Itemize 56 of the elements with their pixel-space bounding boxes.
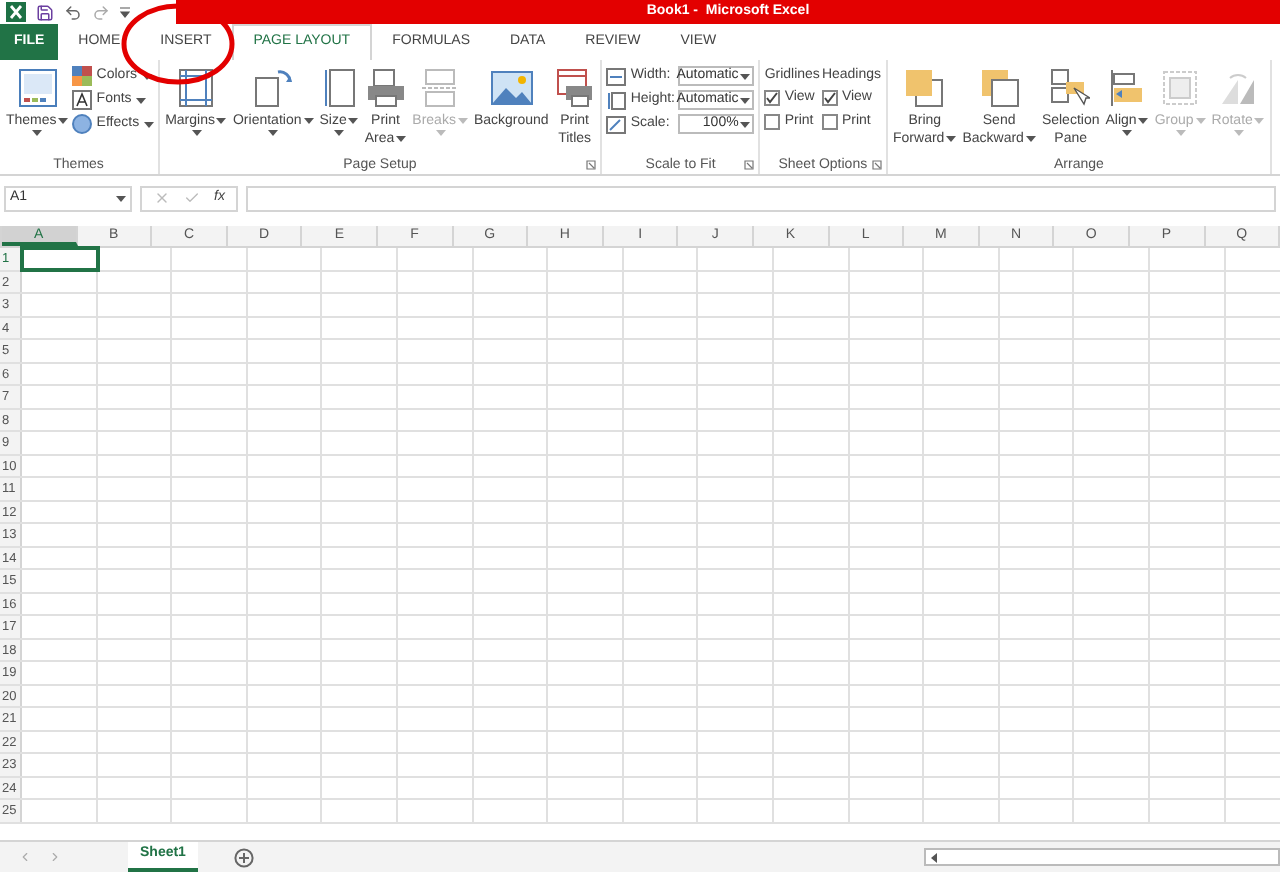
dialog-launcher-icon[interactable]: [744, 160, 755, 170]
dialog-launcher-icon[interactable]: [586, 160, 597, 170]
add-sheet-icon[interactable]: [233, 847, 254, 867]
caret-icon: [191, 130, 202, 136]
width-icon: [606, 67, 627, 85]
caret-icon: [946, 136, 957, 142]
scroll-right-icon[interactable]: [48, 850, 62, 864]
formula-input-field[interactable]: [246, 185, 1276, 211]
save-icon[interactable]: [36, 3, 54, 21]
font-icon: [72, 90, 93, 110]
themes-icon: [17, 68, 58, 108]
enter-icon[interactable]: [184, 190, 200, 206]
caret-icon: [268, 130, 279, 136]
caret-icon: [58, 118, 69, 124]
scale-icon: [606, 115, 627, 133]
scroll-left-arrow-icon[interactable]: [926, 849, 942, 865]
scroll-left-icon[interactable]: [18, 850, 32, 864]
dialog-launcher-icon[interactable]: [871, 160, 882, 170]
caret-icon: [303, 118, 314, 124]
color-swatch-icon: [72, 66, 93, 86]
landscape-image-icon: [489, 68, 534, 108]
effects-icon: [72, 114, 93, 134]
caret-icon: [116, 195, 126, 201]
horizontal-scrollbar[interactable]: [924, 848, 1280, 866]
rotate-icon: [1218, 68, 1259, 108]
group-icon: [1160, 68, 1201, 108]
caret-icon: [740, 121, 751, 127]
caret-icon: [216, 118, 227, 124]
printer-icon: [365, 68, 406, 108]
align-icon: [1107, 68, 1148, 108]
cancel-icon[interactable]: [154, 190, 170, 206]
bring-forward-icon: [904, 68, 945, 108]
caret-icon: [740, 97, 751, 103]
checkmark-icon: [823, 92, 836, 104]
selection-pane-icon: [1050, 68, 1091, 108]
caret-icon: [1025, 136, 1036, 142]
caret-icon: [143, 121, 154, 127]
checkbox[interactable]: [821, 90, 838, 106]
caret-icon: [135, 97, 146, 103]
checkmark-icon: [766, 92, 779, 104]
send-backward-icon: [979, 68, 1020, 108]
checkbox[interactable]: [764, 114, 781, 130]
page-size-icon: [323, 68, 356, 108]
caret-icon: [740, 73, 751, 79]
print-titles-icon: [554, 68, 595, 108]
redo-icon[interactable]: [92, 3, 110, 21]
caret-icon: [32, 130, 43, 136]
checkbox[interactable]: [764, 90, 781, 106]
page-rotate-icon: [253, 68, 294, 108]
undo-icon[interactable]: [64, 3, 82, 21]
caret-icon: [141, 73, 152, 79]
customize-toolbar-icon[interactable]: [120, 6, 130, 18]
checkbox[interactable]: [821, 114, 838, 130]
height-icon: [606, 91, 627, 109]
page-break-icon: [422, 68, 459, 108]
caret-icon: [396, 136, 407, 142]
